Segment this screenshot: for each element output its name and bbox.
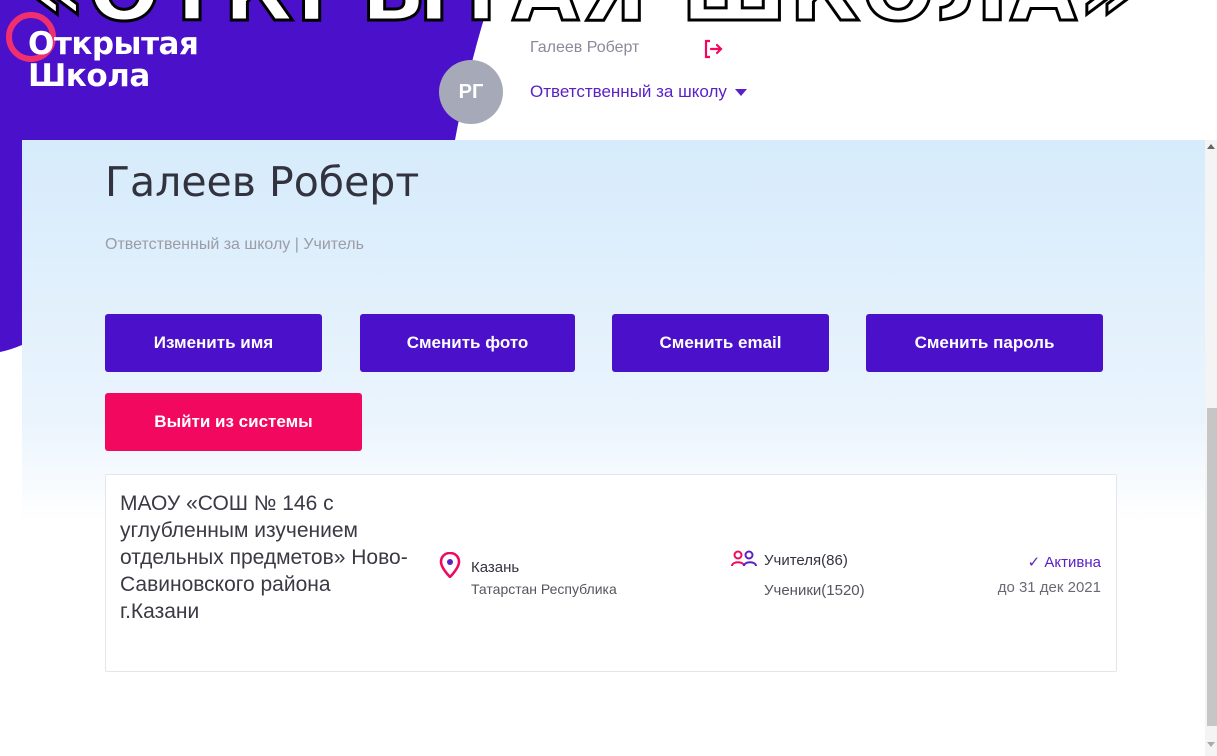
logo-line-1: Открытая <box>28 26 199 62</box>
school-name[interactable]: МАОУ «СОШ № 146 с углубленным изучением … <box>120 490 410 625</box>
profile-roles: Ответственный за школу | Учитель <box>105 236 364 253</box>
scrollbar-thumb[interactable] <box>1207 408 1217 726</box>
location-pin-icon <box>439 552 461 578</box>
change-email-button[interactable]: Сменить email <box>612 314 829 372</box>
header-user-name[interactable]: Галеев Роберт <box>530 39 639 57</box>
logout-button[interactable]: Выйти из системы <box>105 393 362 451</box>
change-password-button[interactable]: Сменить пароль <box>866 314 1103 372</box>
students-count[interactable]: Ученики(1520) <box>764 582 865 599</box>
people-icon <box>731 550 757 567</box>
logo[interactable]: Открытая Школа <box>28 26 199 94</box>
status-badge: ✓ Активна <box>1027 554 1101 571</box>
logo-line-2: Школа <box>28 58 150 94</box>
school-city: Казань <box>471 559 520 576</box>
role-dropdown[interactable]: Ответственный за школу <box>530 82 747 102</box>
logout-icon[interactable] <box>702 38 724 60</box>
teachers-count[interactable]: Учителя(86) <box>764 552 848 569</box>
scroll-down-arrow-icon[interactable] <box>1207 742 1215 747</box>
status-expiry-date: до 31 дек 2021 <box>997 579 1101 596</box>
chevron-down-icon <box>734 88 747 96</box>
change-photo-button[interactable]: Сменить фото <box>360 314 575 372</box>
page-title: Галеев Роберт <box>105 158 420 206</box>
change-name-button[interactable]: Изменить имя <box>105 314 322 372</box>
role-dropdown-value: Ответственный за школу <box>530 82 727 101</box>
avatar[interactable]: РГ <box>439 60 503 124</box>
school-region: Татарстан Республика <box>471 581 617 597</box>
scroll-up-arrow-icon[interactable] <box>1207 144 1215 149</box>
